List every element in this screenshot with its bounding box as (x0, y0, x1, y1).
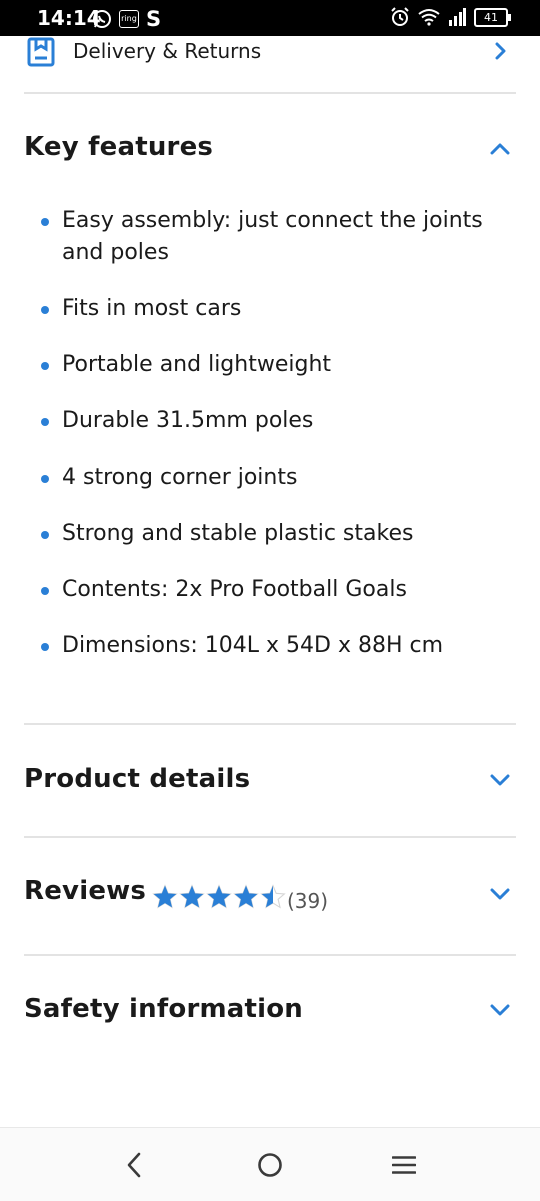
chevron-right-icon (495, 42, 506, 60)
feature-text: 4 strong corner joints (62, 465, 298, 490)
star-icon (152, 884, 178, 909)
star-icon (206, 884, 232, 909)
feature-text: Dimensions: 104L x 54D x 88H cm (62, 633, 444, 658)
feature-item: 4 strong corner joints (41, 462, 501, 494)
bullet-icon (41, 418, 49, 426)
status-bar: 14:14 ring S 41 (0, 0, 540, 36)
chevron-down-icon (490, 774, 510, 786)
feature-text: Fits in most cars (62, 296, 242, 321)
back-button[interactable] (94, 1128, 174, 1201)
bullet-icon (41, 362, 49, 370)
wifi-icon (418, 9, 440, 26)
signal-icon (449, 8, 466, 26)
feature-text: Portable and lightweight (62, 352, 332, 377)
box-icon (27, 37, 55, 67)
whatsapp-icon (93, 10, 111, 28)
feature-text: Easy assembly: just connect the joints a… (62, 208, 483, 265)
ring-icon: ring (119, 10, 139, 28)
bullet-icon (41, 218, 49, 226)
bullet-icon (41, 306, 49, 314)
battery-icon: 41 (474, 7, 511, 27)
feature-text: Durable 31.5mm poles (62, 408, 314, 433)
feature-text: Strong and stable plastic stakes (62, 521, 414, 546)
menu-icon (392, 1155, 416, 1174)
notification-icons: ring S (92, 7, 161, 31)
divider (24, 954, 516, 956)
back-icon (127, 1152, 141, 1177)
bullet-icon (41, 475, 49, 483)
product-details-title: Product details (24, 764, 251, 794)
s-app-icon: S (146, 7, 162, 31)
bullet-icon (41, 587, 49, 595)
home-icon (258, 1152, 282, 1177)
feature-item: Fits in most cars (41, 293, 501, 325)
feature-item: Easy assembly: just connect the joints a… (41, 205, 501, 269)
reviews-title: Reviews (24, 876, 147, 906)
divider (24, 836, 516, 838)
home-button[interactable] (230, 1128, 310, 1201)
chevron-up-icon (490, 143, 510, 155)
feature-item: Strong and stable plastic stakes (41, 518, 501, 550)
navigation-bar (0, 1127, 540, 1201)
feature-item: Portable and lightweight (41, 349, 501, 381)
delivery-returns-row[interactable]: Delivery & Returns (0, 36, 540, 92)
bullet-icon (41, 531, 49, 539)
chevron-down-icon (490, 888, 510, 900)
key-features-title: Key features (24, 132, 214, 162)
safety-information-title: Safety information (24, 994, 304, 1024)
chevron-down-icon (490, 1004, 510, 1016)
star-icon (260, 884, 286, 909)
rating-stars (152, 884, 286, 910)
system-icons: 41 (390, 7, 511, 27)
divider (24, 92, 516, 94)
star-icon (179, 884, 205, 909)
feature-item: Dimensions: 104L x 54D x 88H cm (41, 630, 501, 662)
menu-button[interactable] (364, 1128, 444, 1201)
review-count: (39) (287, 889, 329, 913)
delivery-returns-label: Delivery & Returns (73, 39, 262, 63)
feature-text: Contents: 2x Pro Football Goals (62, 577, 407, 602)
feature-item: Durable 31.5mm poles (41, 405, 501, 437)
bullet-icon (41, 643, 49, 651)
alarm-icon (391, 7, 409, 26)
star-icon (233, 884, 259, 909)
divider (24, 723, 516, 725)
feature-item: Contents: 2x Pro Football Goals (41, 574, 501, 606)
